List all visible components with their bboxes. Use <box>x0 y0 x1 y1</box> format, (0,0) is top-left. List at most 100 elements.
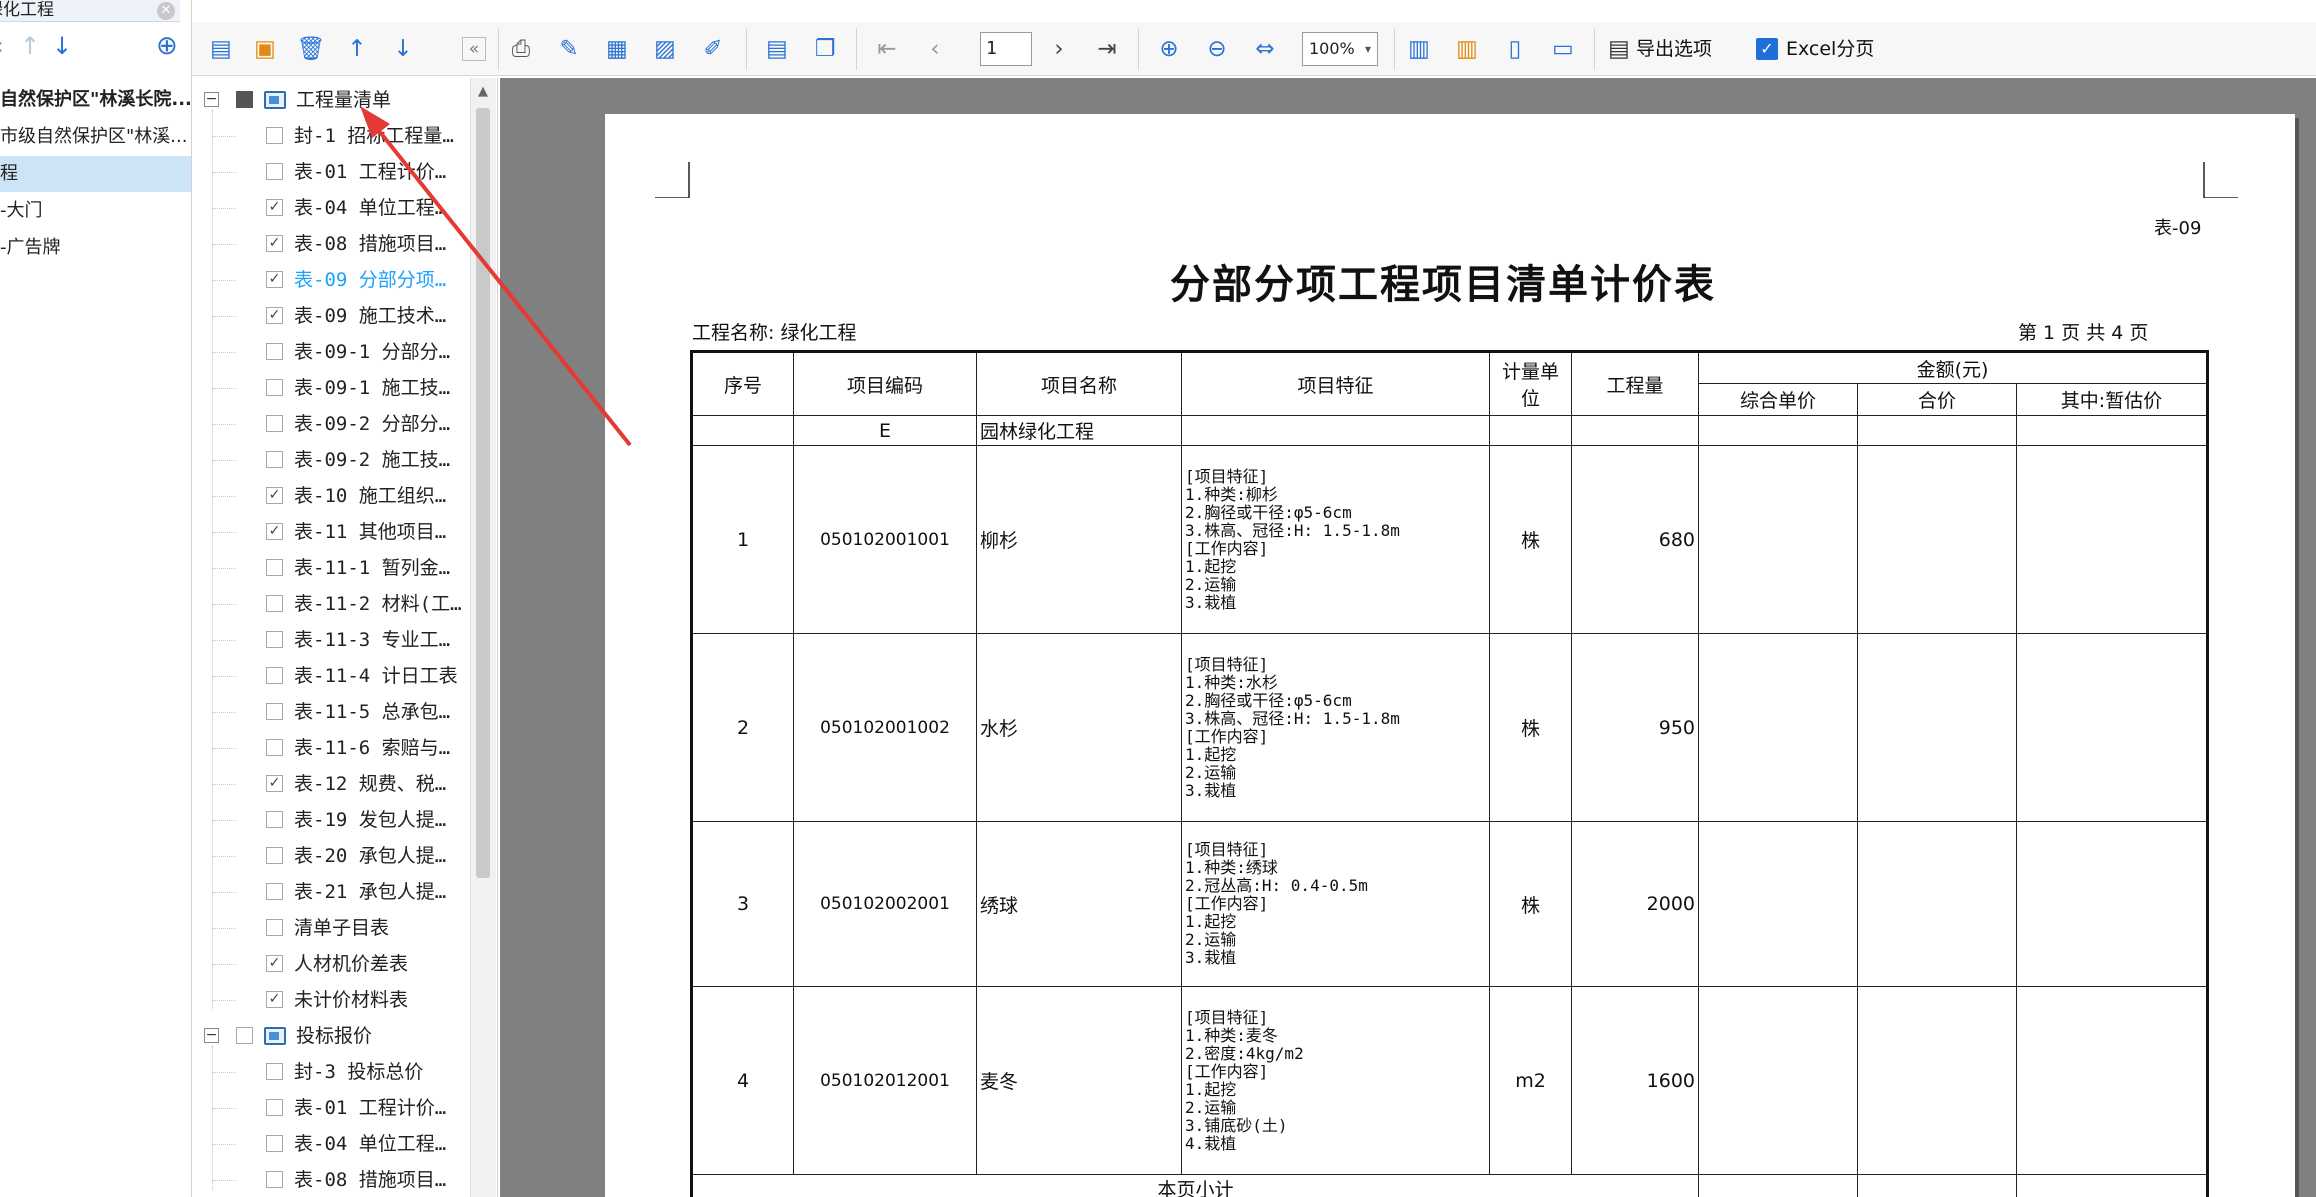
report-checkbox[interactable] <box>266 739 283 756</box>
fit-width-icon[interactable]: ⇔ <box>1250 34 1280 64</box>
report-checkbox[interactable]: ✓ <box>266 235 283 252</box>
tree-item[interactable]: 表-21 承包人提… <box>294 874 446 910</box>
report-checkbox[interactable] <box>266 919 283 936</box>
tree-item[interactable]: 表-04 单位工程… <box>294 1126 446 1162</box>
report-checkbox[interactable] <box>266 343 283 360</box>
group-checkbox[interactable] <box>236 91 253 108</box>
tree-item[interactable]: 表-11-1 暂列金… <box>294 550 450 586</box>
page-setup-icon[interactable]: ▤ <box>762 34 792 64</box>
project-item[interactable]: 自然保护区"林溪长院... <box>0 82 191 118</box>
report-checkbox[interactable] <box>266 415 283 432</box>
zoom-in-icon[interactable]: ⊕ <box>1154 34 1184 64</box>
report-checkbox[interactable] <box>266 127 283 144</box>
report-checkbox[interactable]: ✓ <box>266 199 283 216</box>
collapse-icon[interactable]: − <box>204 1028 219 1043</box>
tree-item[interactable]: 表-09 施工技术… <box>294 298 446 334</box>
delete-icon[interactable]: 🗑 <box>296 34 326 64</box>
scroll-up-icon[interactable]: ▲ <box>478 84 488 99</box>
group-checkbox[interactable] <box>236 1027 253 1044</box>
add-table-icon[interactable]: ▤ <box>206 34 236 64</box>
tree-item[interactable]: 表-09-2 施工技… <box>294 442 450 478</box>
export-pdf-icon[interactable]: ▭ <box>1548 34 1578 64</box>
collapse-icon[interactable]: − <box>204 92 219 107</box>
first-page-icon[interactable]: ⇤ <box>872 34 902 64</box>
report-checkbox[interactable]: ✓ <box>266 307 283 324</box>
report-checkbox[interactable] <box>266 451 283 468</box>
move-up-icon[interactable]: ↑ <box>20 32 40 60</box>
move-down-icon[interactable]: ↓ <box>388 34 418 64</box>
tree-item[interactable]: 表-20 承包人提… <box>294 838 446 874</box>
report-checkbox[interactable]: ✓ <box>266 271 283 288</box>
report-checkbox[interactable] <box>266 811 283 828</box>
tree-item[interactable]: 表-19 发包人提… <box>294 802 446 838</box>
format-icon[interactable]: ▨ <box>650 34 680 64</box>
report-checkbox[interactable] <box>266 1099 283 1116</box>
tree-item[interactable]: 表-11-3 专业工… <box>294 622 450 658</box>
close-icon[interactable]: ✕ <box>157 2 175 20</box>
next-page-icon[interactable]: › <box>1044 34 1074 64</box>
report-checkbox[interactable]: ✓ <box>266 991 283 1008</box>
tree-group-label[interactable]: 工程量清单 <box>296 82 391 118</box>
report-checkbox[interactable]: ✓ <box>266 523 283 540</box>
report-checkbox[interactable] <box>266 559 283 576</box>
report-checkbox[interactable]: ✓ <box>266 775 283 792</box>
arrow-left-icon[interactable]: ‹ <box>0 32 4 60</box>
report-checkbox[interactable] <box>266 163 283 180</box>
download-icon[interactable]: ⊕ <box>156 32 178 60</box>
tree-item[interactable]: 表-12 规费、税… <box>294 766 446 802</box>
table-settings-icon[interactable]: ▦ <box>602 34 632 64</box>
design-icon[interactable]: ✐ <box>698 34 728 64</box>
tree-item[interactable]: 表-09-1 分部分… <box>294 334 450 370</box>
project-tab[interactable]: 绿化工程 ✕ <box>0 0 180 22</box>
tree-item[interactable]: 表-08 措施项目… <box>294 226 446 262</box>
tree-item[interactable]: 表-01 工程计价… <box>294 154 446 190</box>
tree-item[interactable]: 表-11-4 计日工表 <box>294 658 458 694</box>
tree-item[interactable]: 封-1 招标工程量… <box>294 118 454 154</box>
tree-item[interactable]: 表-09-2 分部分… <box>294 406 450 442</box>
tree-item[interactable]: 表-11 其他项目… <box>294 514 446 550</box>
tree-item[interactable]: 人材机价差表 <box>294 946 408 982</box>
project-item[interactable]: -大门 <box>0 193 191 229</box>
tree-item[interactable]: 表-01 工程计价… <box>294 1090 446 1126</box>
tree-item[interactable]: 表-09-1 施工技… <box>294 370 450 406</box>
tree-item[interactable]: 封-3 投标总价 <box>294 1054 423 1090</box>
report-checkbox[interactable] <box>266 883 283 900</box>
tree-item[interactable]: 表-11-2 材料(工… <box>294 586 462 622</box>
scroll-thumb[interactable] <box>476 108 490 878</box>
report-checkbox[interactable] <box>266 847 283 864</box>
report-checkbox[interactable] <box>266 595 283 612</box>
excel-paging-checkbox[interactable]: ✓ <box>1756 38 1778 60</box>
report-checkbox[interactable] <box>266 631 283 648</box>
export-batch-icon[interactable]: ▥ <box>1452 34 1482 64</box>
export-excel-icon[interactable]: ▥ <box>1404 34 1434 64</box>
move-down-icon[interactable]: ↓ <box>52 32 72 60</box>
tree-item[interactable]: 表-11-6 索赔与… <box>294 730 450 766</box>
project-item[interactable]: 市级自然保护区"林溪... <box>0 119 191 155</box>
report-checkbox[interactable]: ✓ <box>266 955 283 972</box>
export-word-icon[interactable]: ▯ <box>1500 34 1530 64</box>
print-icon[interactable]: ⎙ <box>506 34 536 64</box>
tree-item[interactable]: 表-11-5 总承包… <box>294 694 450 730</box>
tree-scrollbar[interactable]: ▲ <box>470 78 496 1197</box>
prev-page-icon[interactable]: ‹ <box>920 34 950 64</box>
tree-item[interactable]: 表-10 施工组织… <box>294 478 446 514</box>
last-page-icon[interactable]: ⇥ <box>1092 34 1122 64</box>
excel-paging-label[interactable]: Excel分页 <box>1786 34 1874 64</box>
tree-item[interactable]: 未计价材料表 <box>294 982 408 1018</box>
tree-item[interactable]: 清单子目表 <box>294 910 389 946</box>
report-checkbox[interactable] <box>266 379 283 396</box>
add-folder-icon[interactable]: ▣ <box>250 34 280 64</box>
tree-item[interactable]: 表-08 措施项目… <box>294 1162 446 1197</box>
tree-group-label[interactable]: 投标报价 <box>296 1018 372 1054</box>
report-checkbox[interactable] <box>266 703 283 720</box>
report-checkbox[interactable] <box>266 667 283 684</box>
project-item[interactable]: 程 <box>0 156 191 192</box>
page-number-input[interactable]: 1 <box>980 32 1032 66</box>
zoom-select[interactable]: 100% ▾ <box>1302 32 1378 66</box>
project-item[interactable]: -广告牌 <box>0 230 191 266</box>
tree-item[interactable]: 表-04 单位工程… <box>294 190 446 226</box>
batch-icon[interactable]: ❐ <box>810 34 840 64</box>
zoom-out-icon[interactable]: ⊖ <box>1202 34 1232 64</box>
tree-item[interactable]: 表-09 分部分项… <box>294 262 446 298</box>
edit-icon[interactable]: ✎ <box>554 34 584 64</box>
